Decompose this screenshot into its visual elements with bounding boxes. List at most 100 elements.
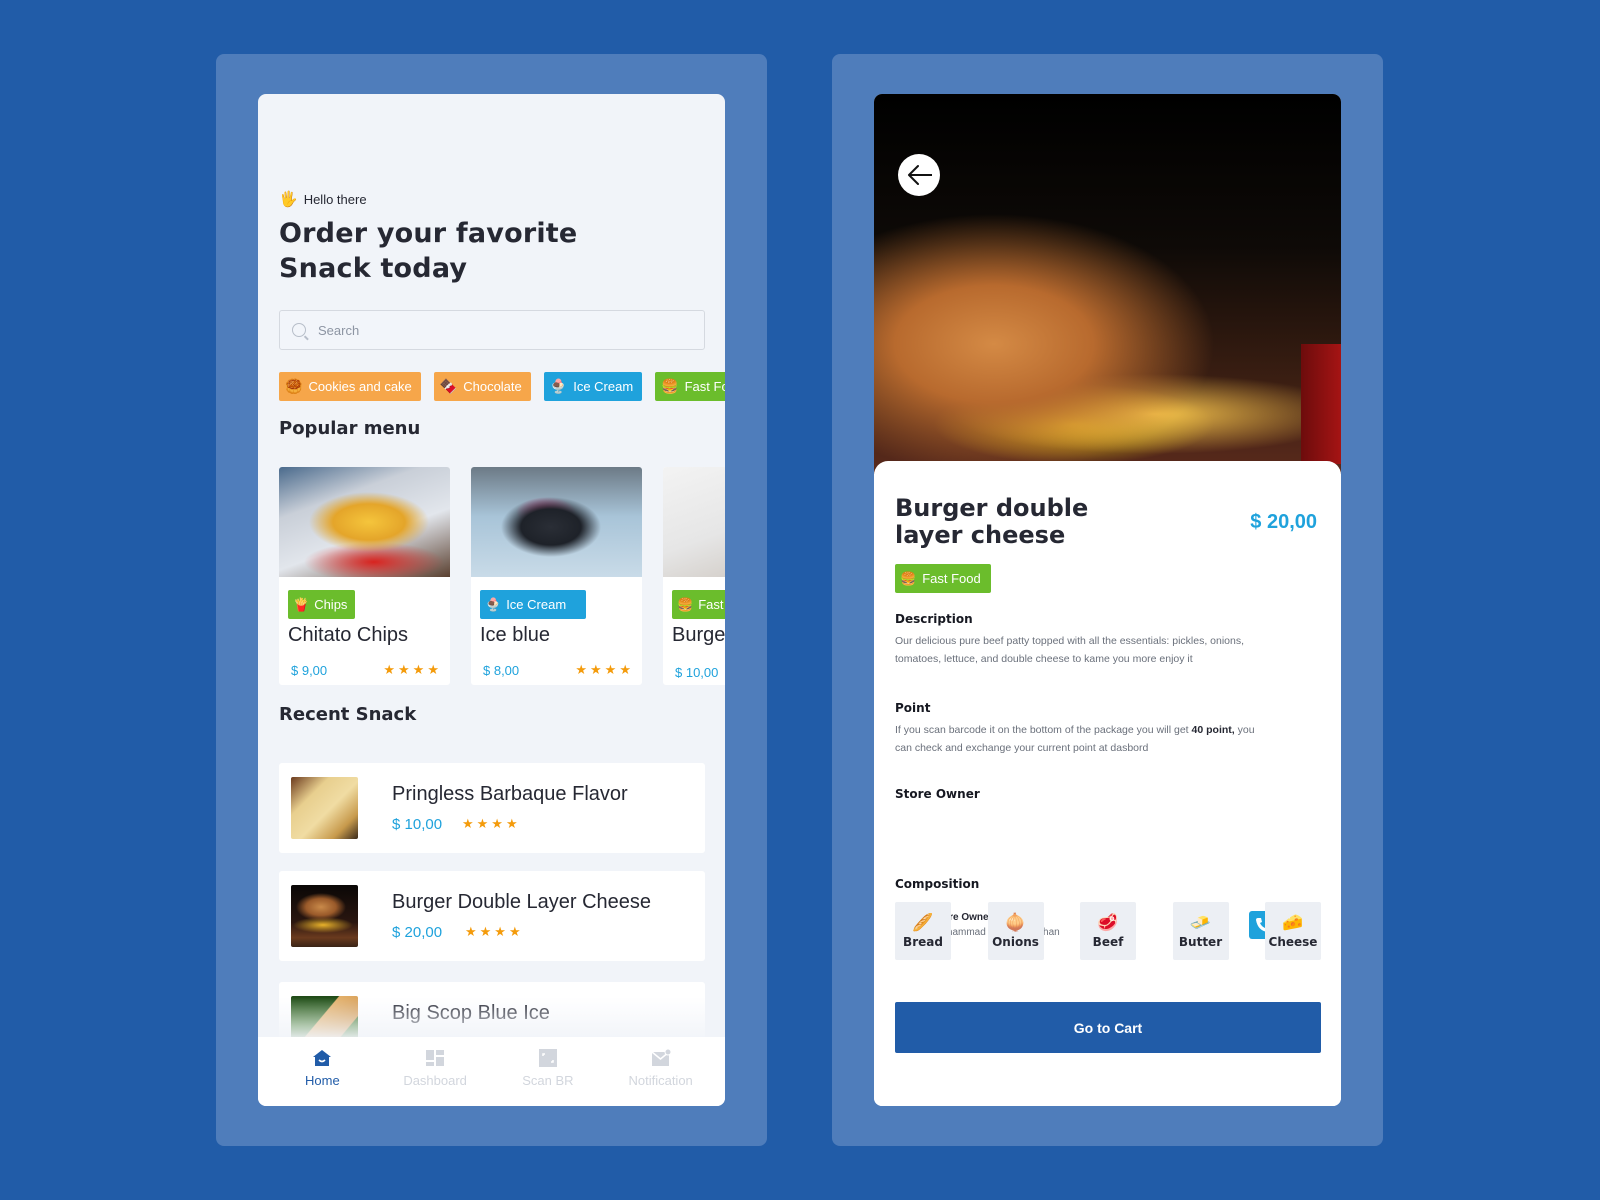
ice-cream-icon: 🍨 — [485, 596, 502, 612]
tab-label: Home — [305, 1073, 340, 1088]
composition-item: 🧈 Butter — [1172, 902, 1229, 960]
bottom-tab-bar: Home Dashboard Scan BR Notification — [258, 1037, 725, 1106]
composition-label: Bread — [903, 935, 943, 949]
beef-icon: 🥩 — [1097, 913, 1119, 932]
chip-label: Chocolate — [463, 379, 522, 394]
item-name: Burger Double Layer Cheese — [392, 891, 652, 913]
tag-label: Fast Food — [698, 597, 725, 612]
right-screen-frame: Burger double layer cheese $ 20,00 🍔 Fas… — [832, 54, 1383, 1146]
search-bar[interactable] — [279, 310, 705, 350]
ice-blue-photo — [471, 467, 642, 577]
chip-label: Fast Food — [684, 379, 725, 394]
cookie-icon: 🥮 — [285, 378, 303, 394]
point-text: If you scan barcode it on the bottom of … — [895, 722, 1255, 757]
tab-scan[interactable]: Scan BR — [498, 1049, 598, 1106]
headline-text: Order your favorite Snack today — [279, 218, 578, 284]
burger-icon: 🍔 — [661, 378, 679, 394]
waving-hand-icon: 🖐 — [279, 191, 298, 208]
tab-label: Dashboard — [403, 1073, 467, 1088]
popular-menu-title: Popular menu — [279, 418, 421, 439]
ice-cream-icon: 🍨 — [549, 378, 568, 394]
fries-icon: 🍟 — [293, 596, 310, 612]
rating-stars: ★★★★ — [575, 662, 634, 677]
detail-screen: Burger double layer cheese $ 20,00 🍔 Fas… — [874, 94, 1341, 1106]
composition-label: Beef — [1092, 935, 1124, 949]
tab-label: Scan BR — [522, 1073, 574, 1088]
point-heading: Point — [895, 701, 931, 715]
point-text-1: If you scan barcode it on the bottom of … — [895, 724, 1192, 736]
composition-item: 🥩 Beef — [1080, 902, 1136, 960]
popular-menu-list: 🍟 Chips Chitato Chips $ 9,00 ★★★★ 🍨 Ice … — [279, 467, 725, 685]
composition-heading: Composition — [895, 877, 980, 891]
category-tag: 🍟 Chips — [288, 590, 356, 619]
composition-item: 🥖 Bread — [895, 902, 951, 960]
category-chip-fast-food[interactable]: 🍔 Fast Food — [655, 372, 725, 401]
item-name: Pringless Barbaque Flavor — [392, 783, 628, 805]
onion-icon: 🧅 — [1004, 913, 1027, 932]
home-icon — [313, 1050, 332, 1066]
composition-label: Cheese — [1268, 935, 1318, 949]
burger-wrap-photo — [663, 467, 725, 577]
burger-photo — [291, 885, 358, 947]
cheese-icon: 🧀 — [1282, 913, 1304, 932]
chip-label: Cookies and cake — [308, 379, 412, 394]
list-item[interactable]: Burger Double Layer Cheese $ 20,00 ★★★★ — [279, 871, 705, 961]
tag-label: Chips — [314, 597, 348, 612]
chips-photo — [279, 467, 450, 577]
chocolate-icon: 🍫 — [439, 378, 458, 394]
item-price: $ 10,00 — [392, 816, 443, 833]
tab-notification[interactable]: Notification — [611, 1049, 711, 1106]
composition-item: 🧅 Onions — [987, 902, 1044, 960]
tab-dashboard[interactable]: Dashboard — [385, 1049, 485, 1106]
category-tag: 🍨 Ice Cream — [480, 590, 586, 619]
list-item[interactable]: Pringless Barbaque Flavor $ 10,00 ★★★★ — [279, 763, 705, 853]
go-to-cart-button[interactable]: Go to Cart — [895, 1002, 1321, 1053]
category-tag: 🍔 Fast Food — [895, 564, 991, 593]
mail-icon — [651, 1049, 671, 1066]
tab-home[interactable]: Home — [272, 1049, 372, 1106]
category-chips: 🥮 Cookies and cake 🍫 Chocolate 🍨 Ice Cre… — [279, 372, 725, 401]
recent-snack-title: Recent Snack — [279, 704, 417, 725]
burger-icon: 🍔 — [677, 596, 694, 612]
butter-icon: 🧈 — [1189, 913, 1212, 932]
category-chip-cookies[interactable]: 🥮 Cookies and cake — [279, 372, 421, 401]
composition-item: 🧀 Cheese — [1265, 902, 1321, 960]
search-icon — [292, 323, 306, 337]
popular-card[interactable]: 🍔 Fast Food Burger $ 10,00 ★★★★ — [663, 467, 725, 685]
composition-label: Butter — [1178, 935, 1223, 949]
greeting: 🖐 Hello there — [279, 190, 367, 208]
item-name: Chitato Chips — [288, 624, 409, 646]
dashboard-icon — [426, 1050, 445, 1066]
popular-card[interactable]: 🍨 Ice Cream Ice blue $ 8,00 ★★★★ — [471, 467, 642, 685]
composition-list: 🥖 Bread 🧅 Onions 🥩 Beef 🧈 Butter 🧀 Chees… — [895, 902, 1321, 960]
store-owner-heading: Store Owner — [895, 787, 980, 801]
burger-icon: 🍔 — [900, 570, 917, 586]
item-price: $ 20,00 — [392, 924, 443, 941]
tag-label: Fast Food — [922, 571, 981, 586]
item-price: $ 8,00 — [483, 663, 520, 678]
home-screen: 🖐 Hello there Order your favorite Snack … — [258, 94, 725, 1106]
description-text: Our delicious pure beef patty topped wit… — [895, 635, 1245, 665]
chip-label: Ice Cream — [573, 379, 634, 394]
composition-label: Onions — [992, 935, 1039, 949]
background-cup — [1301, 344, 1341, 464]
category-tag: 🍔 Fast Food — [672, 590, 725, 619]
burger-hero-photo — [874, 94, 1341, 474]
bread-icon: 🥖 — [912, 913, 934, 932]
item-name: Burger — [672, 624, 725, 646]
product-price: $ 20,00 — [1250, 511, 1317, 533]
tag-label: Ice Cream — [506, 597, 567, 612]
fries-photo — [291, 777, 358, 839]
popular-card[interactable]: 🍟 Chips Chitato Chips $ 9,00 ★★★★ — [279, 467, 450, 685]
scroll-fade — [258, 997, 725, 1037]
detail-sheet: Burger double layer cheese $ 20,00 🍔 Fas… — [874, 461, 1341, 1106]
tab-label: Notification — [628, 1073, 693, 1088]
search-input[interactable] — [318, 322, 678, 338]
item-price: $ 10,00 — [675, 665, 719, 680]
category-chip-ice-cream[interactable]: 🍨 Ice Cream — [543, 372, 643, 401]
item-price: $ 9,00 — [291, 663, 328, 678]
back-button[interactable] — [898, 154, 940, 196]
description-heading: Description — [895, 612, 973, 626]
category-chip-chocolate[interactable]: 🍫 Chocolate — [433, 372, 531, 401]
arrow-left-icon — [908, 165, 932, 185]
